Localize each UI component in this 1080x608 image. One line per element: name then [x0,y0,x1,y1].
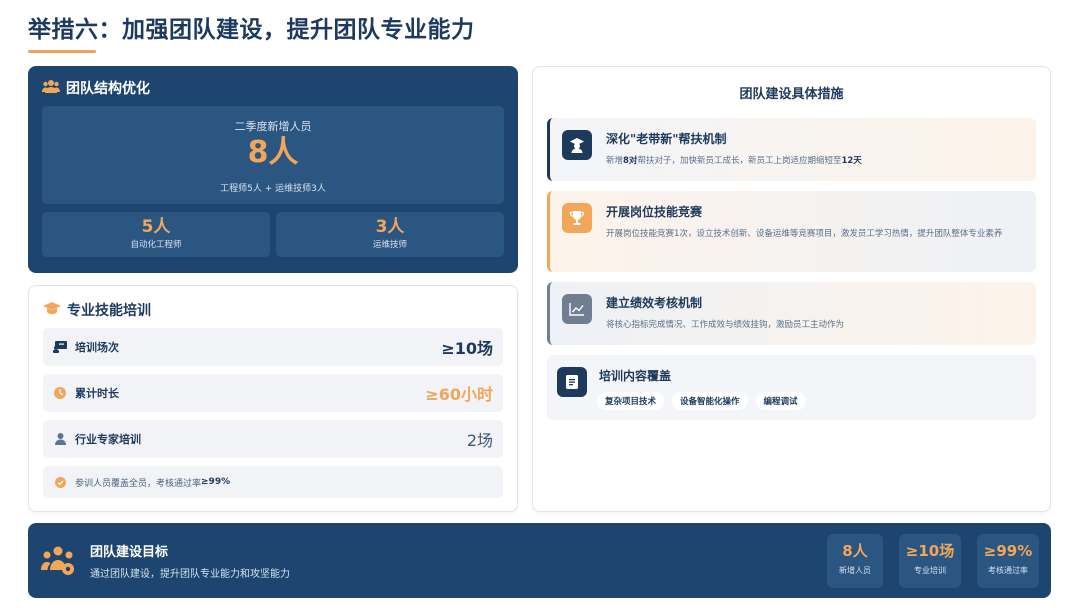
training-hours-value: ≥60小时 [425,385,493,404]
trophy-icon [562,203,592,233]
goal-stat-label: 考核通过率 [988,565,1028,575]
chart-line-icon [562,294,592,324]
check-circle-icon [53,475,67,489]
clock-icon [53,386,67,400]
team-goal-desc: 通过团队建设，提升团队专业能力和攻坚能力 [90,569,290,580]
goal-stat-value: ≥99% [983,541,1033,560]
expert-training-row: 行业专家培训 2场 [43,420,503,458]
training-sessions-value: ≥10场 [441,339,493,358]
training-hours-label: 累计时长 [75,387,119,400]
goal-stat-value: 8人 [842,541,868,560]
training-coverage-title: 培训内容覆盖 [599,369,672,383]
team-goal-banner: 团队建设目标 通过团队建设，提升团队专业能力和攻坚能力 8人 新增人员 ≥10场… [28,523,1051,598]
goal-stat-label: 新增人员 [839,565,871,575]
team-gear-icon [40,543,76,579]
measures-card: 团队建设具体措施 深化"老带新"帮扶机制 新增8对帮扶对子，加快新员工成长，新员… [532,66,1051,512]
topic-tag: 设备智能化操作 [672,392,748,410]
new-staff-box: 二季度新增人员 8人 工程师5人 + 运维技师3人 [42,106,504,204]
performance-review-desc: 将核心指标完成情况、工作成效与绩效挂钩，激励员工主动作为 [606,320,845,330]
skill-competition-title: 开展岗位技能竞赛 [606,205,703,219]
training-hours-row: 累计时长 ≥60小时 [43,374,503,412]
topic-tag: 复杂项目技术 [597,392,665,410]
team-icon [42,79,60,97]
team-goal-stats: 8人 新增人员 ≥10场 专业培训 ≥99% 考核通过率 [827,533,1039,588]
team-structure-heading: 团队结构优化 [42,78,504,98]
measure-training-coverage: 培训内容覆盖 复杂项目技术 设备智能化操作 编程调试 [547,355,1036,420]
new-staff-label: 二季度新增人员 [234,120,312,133]
engineer-label: 自动化工程师 [130,240,182,250]
training-coverage-note: 参训人员覆盖全员，考核通过率 ≥99% [43,466,503,498]
skills-training-heading: 专业技能培训 [43,300,503,320]
expert-training-label: 行业专家培训 [75,433,141,446]
measure-skill-competition: 开展岗位技能竞赛 开展岗位技能竞赛1次，设立技术创新、设备运维等竞赛项目，激发员… [547,191,1036,272]
user-icon [53,432,67,446]
mentorship-desc: 新增8对帮扶对子，加快新员工成长，新员工上岗适应期缩短至12天 [606,156,862,166]
coverage-note-text: 参训人员覆盖全员，考核通过率 [75,478,202,489]
document-icon [557,367,587,397]
engineer-count: 5人 [141,217,171,237]
page-title: 举措六：加强团队建设，提升团队专业能力 [28,17,475,43]
training-sessions-row: 培训场次 ≥10场 [43,328,503,366]
measures-title: 团队建设具体措施 [739,87,844,102]
expert-training-value: 2场 [466,431,493,450]
training-topics: 复杂项目技术 设备智能化操作 编程调试 [597,392,1022,410]
goal-stat-new-staff: 8人 新增人员 [827,533,883,588]
goal-stat-training: ≥10场 专业培训 [899,533,961,588]
training-sessions-label: 培训场次 [75,341,119,354]
team-structure-title: 团队结构优化 [66,81,150,97]
mentorship-title: 深化"老带新"帮扶机制 [606,132,727,146]
graduation-cap-icon [43,301,61,319]
team-goal-text: 团队建设目标 通过团队建设，提升团队专业能力和攻坚能力 [90,541,827,580]
measure-performance-review: 建立绩效考核机制 将核心指标完成情况、工作成效与绩效挂钩，激励员工主动作为 [547,282,1036,345]
title-underline [28,50,96,53]
technician-label: 运维技师 [372,240,407,250]
skill-competition-desc: 开展岗位技能竞赛1次，设立技术创新、设备运维等竞赛项目，激发员工学习热情，提升团… [606,229,1003,239]
skills-training-card: 专业技能培训 培训场次 ≥10场 累计时长 ≥60小时 行业专家培训 2场 参训… [28,285,518,512]
topic-tag: 编程调试 [755,392,806,410]
goal-stat-label: 专业培训 [914,565,946,575]
mentor-icon [562,130,592,160]
performance-review-title: 建立绩效考核机制 [606,296,703,310]
goal-stat-pass-rate: ≥99% 考核通过率 [977,533,1039,588]
skills-training-title: 专业技能培训 [67,303,151,319]
goal-stat-value: ≥10场 [905,541,955,560]
team-goal-title: 团队建设目标 [90,545,169,560]
technician-count: 3人 [375,217,405,237]
chalkboard-icon [53,340,67,354]
new-staff-value: 8人 [247,135,299,170]
new-staff-detail: 工程师5人 + 运维技师3人 [220,184,326,194]
measure-mentorship: 深化"老带新"帮扶机制 新增8对帮扶对子，加快新员工成长，新员工上岗适应期缩短至… [547,118,1036,181]
team-structure-card: 团队结构优化 二季度新增人员 8人 工程师5人 + 运维技师3人 5人 自动化工… [28,66,518,273]
staff-breakdown: 5人 自动化工程师 3人 运维技师 [42,212,504,257]
pass-rate-value: ≥99% [201,477,231,487]
engineer-count-box: 5人 自动化工程师 [42,212,270,257]
technician-count-box: 3人 运维技师 [276,212,504,257]
